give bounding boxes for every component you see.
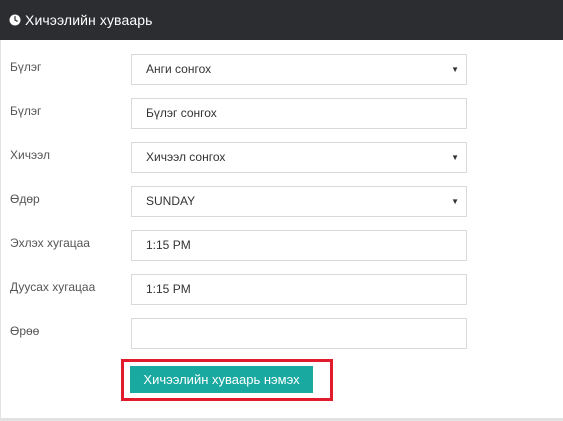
end-time-input[interactable]: 1:15 PM [131, 274, 467, 305]
field-label-end-time: Дуусах хугацаа [10, 280, 96, 294]
group-select-value: Бүлэг сонгох [146, 106, 217, 120]
add-schedule-button[interactable]: Хичээлийн хуваарь нэмэх [130, 366, 313, 393]
dropdown-caret-icon: ▼ [451, 197, 459, 206]
schedule-page: Хичээлийн хуваарь Бүлэг Анги сонгох ▼ Бү… [0, 0, 563, 421]
field-label-day: Өдөр [10, 192, 40, 206]
room-input[interactable] [131, 318, 467, 349]
form-row-start-time: Эхлэх хугацаа 1:15 PM [1, 230, 563, 262]
form-row-lesson: Хичээл Хичээл сонгох ▼ [1, 142, 563, 174]
class-select-value: Анги сонгох [146, 62, 212, 76]
panel-header: Хичээлийн хуваарь [0, 0, 563, 40]
panel-title: Хичээлийн хуваарь [25, 12, 153, 28]
field-label-group: Бүлэг [10, 60, 42, 74]
form-row-group: Бүлэг Бүлэг сонгох [1, 98, 563, 130]
day-select[interactable]: SUNDAY ▼ [131, 186, 467, 217]
clock-icon [9, 14, 21, 26]
end-time-value: 1:15 PM [146, 282, 191, 296]
form-row-end-time: Дуусах хугацаа 1:15 PM [1, 274, 563, 306]
day-select-value: SUNDAY [146, 194, 196, 208]
start-time-input[interactable]: 1:15 PM [131, 230, 467, 261]
field-label-start-time: Эхлэх хугацаа [10, 236, 90, 250]
form-row-day: Өдөр SUNDAY ▼ [1, 186, 563, 218]
class-select[interactable]: Анги сонгох ▼ [131, 54, 467, 85]
lesson-select[interactable]: Хичээл сонгох ▼ [131, 142, 467, 173]
dropdown-caret-icon: ▼ [451, 65, 459, 74]
field-label-room: Өрөө [10, 324, 40, 338]
group-select[interactable]: Бүлэг сонгох [131, 98, 467, 129]
field-label-group-2: Бүлэг [10, 104, 42, 118]
form-row-group-class: Бүлэг Анги сонгох ▼ [1, 54, 563, 86]
form-row-room: Өрөө [1, 318, 563, 350]
dropdown-caret-icon: ▼ [451, 153, 459, 162]
submit-highlight-frame: Хичээлийн хуваарь нэмэх [121, 359, 333, 401]
start-time-value: 1:15 PM [146, 238, 191, 252]
field-label-lesson: Хичээл [10, 148, 50, 162]
lesson-select-value: Хичээл сонгох [146, 150, 226, 164]
